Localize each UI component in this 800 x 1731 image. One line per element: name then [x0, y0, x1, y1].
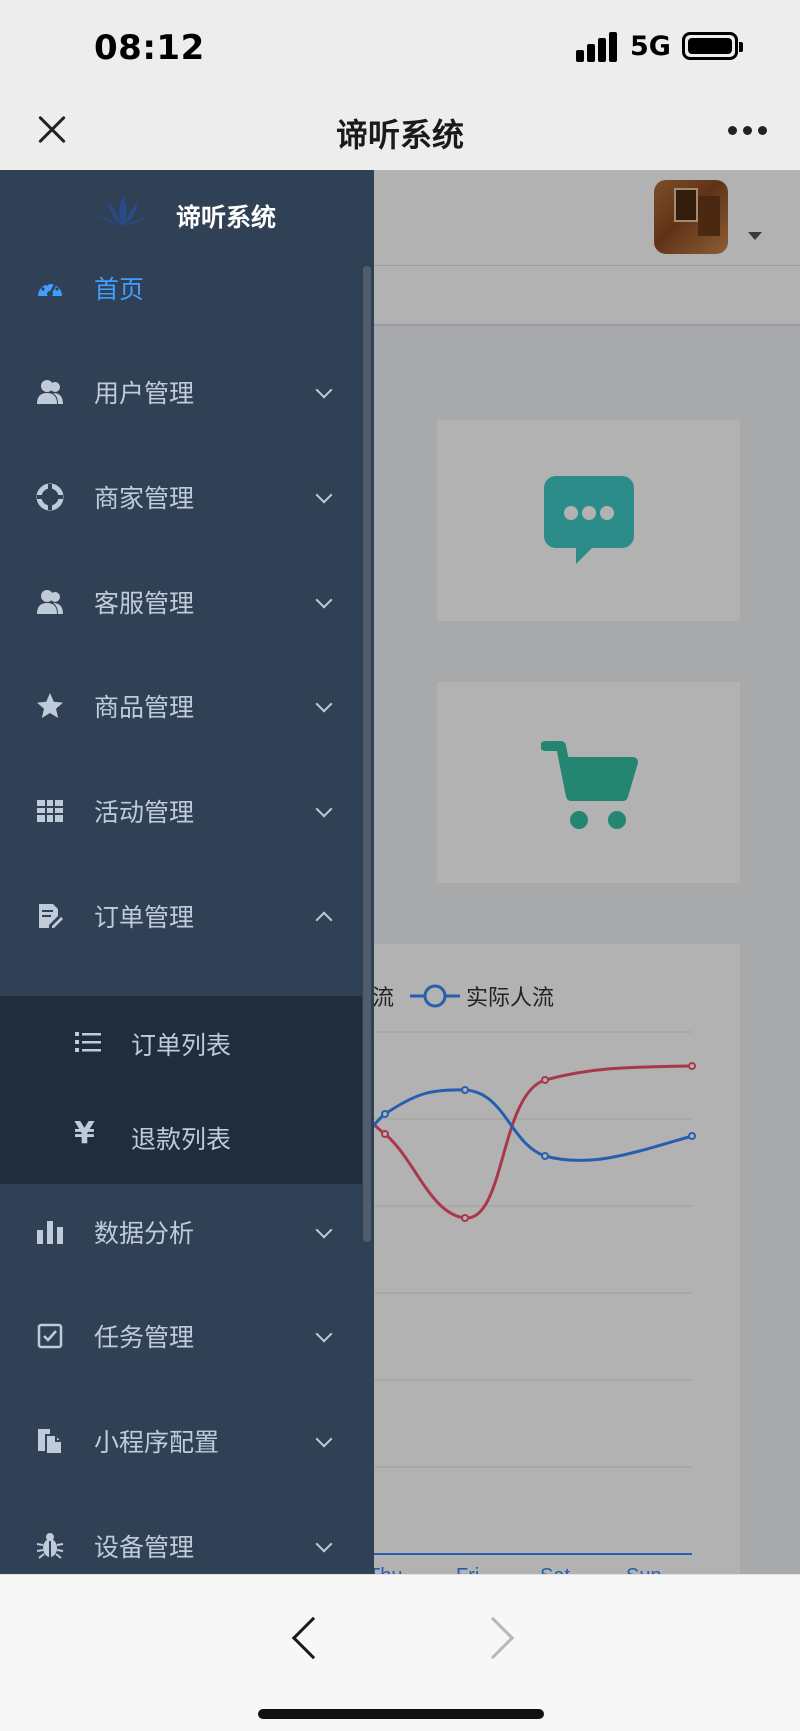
sidebar-item-label: 订单管理 [94, 903, 195, 932]
sidebar-item-tasks[interactable]: 任务管理 [0, 1288, 360, 1384]
sidebar-item-orders[interactable]: 订单管理 [0, 868, 360, 964]
sidebar-item-analytics[interactable]: 数据分析 [0, 1184, 360, 1280]
battery-icon [682, 32, 743, 60]
sidebar-item-label: 小程序配置 [94, 1428, 220, 1457]
users-icon [37, 380, 63, 404]
chevron-down-icon [315, 486, 333, 504]
page-title: 谛听系统 [335, 116, 464, 154]
yen-icon: ¥ [74, 1116, 95, 1151]
back-arrow-icon[interactable] [291, 1616, 335, 1660]
bug-icon [36, 1533, 64, 1559]
chevron-up-icon [315, 911, 333, 929]
users-icon [37, 590, 63, 614]
sidebar-item-home[interactable]: 首页 [0, 240, 360, 336]
sidebar-item-label: 客服管理 [94, 589, 195, 618]
sidebar-item-activities[interactable]: 活动管理 [0, 763, 360, 859]
status-bar: 08:12 5G [0, 0, 800, 90]
list-icon [75, 1032, 101, 1052]
sidebar-scrollbar[interactable] [363, 266, 371, 1242]
title-bar: 谛听系统 [0, 90, 800, 170]
checkbox-icon [37, 1323, 63, 1349]
sidebar-item-devices[interactable]: 设备管理 [0, 1498, 360, 1574]
sidebar-title: 谛听系统 [176, 203, 277, 232]
chevron-down-icon [315, 1430, 333, 1448]
chevron-down-icon [315, 1535, 333, 1553]
sidebar-item-users[interactable]: 用户管理 [0, 344, 360, 440]
home-indicator[interactable] [258, 1709, 544, 1719]
sidebar-item-label: 数据分析 [94, 1219, 195, 1248]
star-icon [37, 693, 63, 718]
edit-document-icon [39, 904, 63, 928]
signal-strength-icon [576, 32, 618, 62]
sidebar-item-label: 活动管理 [94, 798, 195, 827]
submenu-item-label: 退款列表 [131, 1125, 232, 1154]
dashboard-icon [38, 282, 62, 297]
submenu-item-refund-list[interactable]: ¥ 退款列表 [0, 1090, 362, 1184]
more-options-icon[interactable] [728, 126, 768, 136]
chevron-down-icon [315, 591, 333, 609]
sidebar-item-label: 用户管理 [94, 379, 195, 408]
sidebar-item-label: 任务管理 [94, 1323, 195, 1352]
chevron-down-icon [315, 1325, 333, 1343]
submenu-item-label: 订单列表 [131, 1031, 232, 1060]
sidebar-item-label: 商家管理 [94, 484, 195, 513]
sidebar-item-products[interactable]: 商品管理 [0, 658, 360, 754]
sidebar-item-miniprogram-config[interactable]: 小程序配置 [0, 1393, 360, 1489]
status-time: 08:12 [94, 28, 205, 68]
sidebar-item-customer-service[interactable]: 客服管理 [0, 554, 360, 650]
documents-icon [38, 1429, 63, 1455]
sidebar-item-label: 商品管理 [94, 693, 195, 722]
lotus-logo-icon [96, 196, 150, 226]
chevron-down-icon [315, 381, 333, 399]
chevron-down-icon [315, 1221, 333, 1239]
forward-arrow-icon[interactable] [471, 1616, 515, 1660]
sidebar-item-label: 首页 [94, 275, 145, 304]
submenu-item-order-list[interactable]: 订单列表 [0, 996, 362, 1090]
chevron-down-icon [315, 800, 333, 818]
lifebuoy-icon [36, 483, 64, 511]
sidebar: 谛听系统 首页 用户管理 商家管理 客服管理 商品管理 活动管理 订单管理 订单… [0, 170, 374, 1574]
chevron-down-icon [315, 695, 333, 713]
orders-submenu: 订单列表 ¥ 退款列表 [0, 996, 362, 1184]
bar-chart-icon [37, 1221, 63, 1244]
sidebar-item-merchants[interactable]: 商家管理 [0, 449, 360, 545]
browser-toolbar [0, 1574, 800, 1731]
sidebar-item-label: 设备管理 [94, 1533, 195, 1562]
network-type: 5G [630, 31, 671, 62]
table-icon [37, 800, 63, 822]
